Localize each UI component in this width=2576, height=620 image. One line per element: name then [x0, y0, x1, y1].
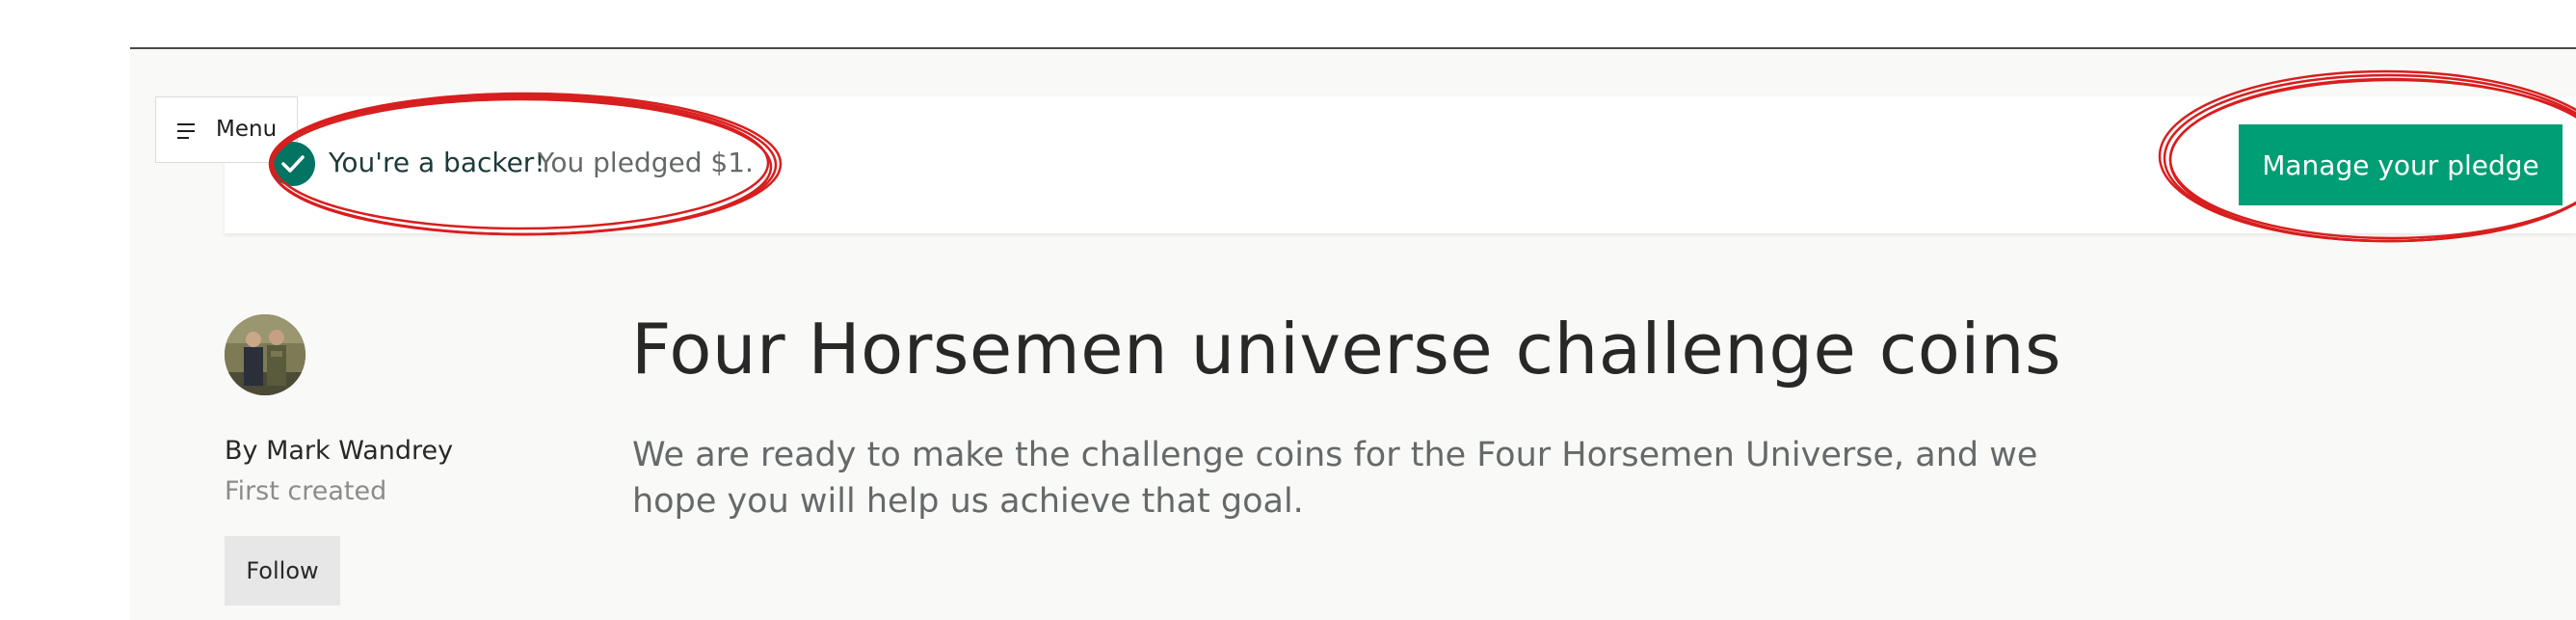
creator-avatar[interactable] [225, 314, 305, 395]
check-circle-icon [271, 142, 315, 186]
first-created-label: First created [225, 476, 387, 506]
manage-pledge-button[interactable]: Manage your pledge [2239, 124, 2563, 205]
follow-button[interactable]: Follow [225, 536, 340, 606]
hamburger-icon [177, 123, 197, 139]
project-title: Four Horsemen universe challenge coins [631, 309, 2061, 390]
pledge-amount-text: You pledged $1. [538, 147, 754, 178]
project-blurb: We are ready to make the challenge coins… [632, 436, 2038, 521]
menu-label: Menu [216, 117, 278, 142]
backer-status-text: You're a backer! [329, 147, 545, 178]
creator-name[interactable]: By Mark Wandrey [225, 436, 453, 466]
